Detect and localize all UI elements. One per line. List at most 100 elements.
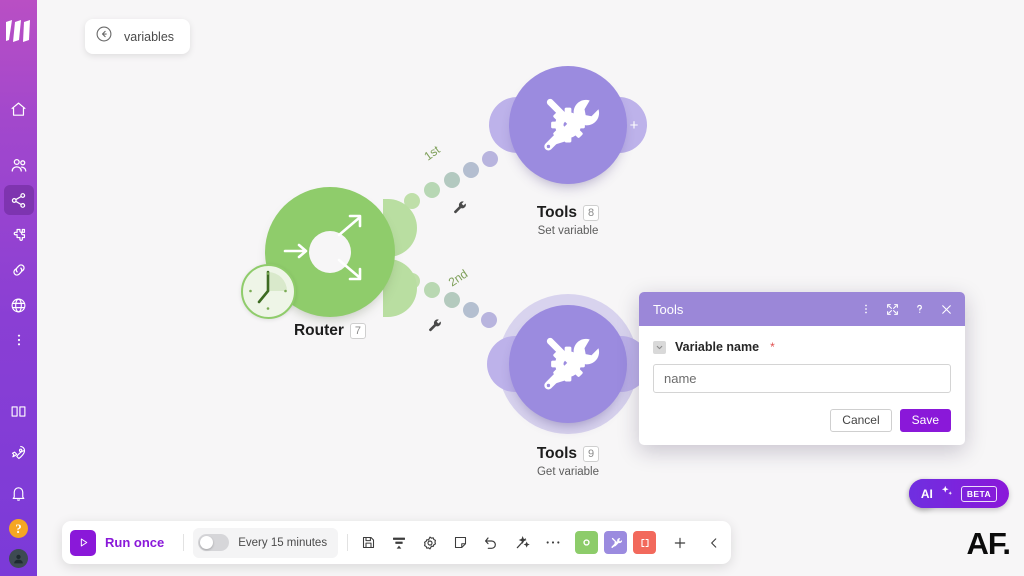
modal-body: Variable name * xyxy=(639,326,965,393)
ai-beta-button[interactable]: AI BETA xyxy=(908,479,1009,508)
tools9-label-group: Tools 9 Get variable xyxy=(438,445,698,478)
puzzle-icon xyxy=(13,228,26,241)
sidebar-item-scenarios[interactable] xyxy=(3,185,34,215)
sidebar-item-templates[interactable] xyxy=(4,220,34,250)
watermark: AF. xyxy=(966,526,1011,561)
bracket-chip[interactable] xyxy=(633,531,657,554)
toolbar-icons xyxy=(357,535,565,551)
book-icon xyxy=(11,405,26,417)
sidebar-item-more[interactable] xyxy=(4,325,34,355)
toolbar-end-icons xyxy=(672,535,721,551)
run-once-button[interactable]: Run once xyxy=(70,529,174,556)
avatar-icon xyxy=(14,554,23,564)
undo-icon[interactable] xyxy=(483,535,499,551)
node-router[interactable]: Router 7 xyxy=(241,187,417,339)
router-chip[interactable] xyxy=(575,531,599,554)
close-icon[interactable] xyxy=(940,303,953,316)
sidebar-item-team[interactable] xyxy=(4,150,34,180)
save-button[interactable]: Save xyxy=(899,409,951,432)
beta-badge: BETA xyxy=(960,485,997,502)
router-badge: 7 xyxy=(349,323,367,339)
tools8-title: Tools xyxy=(536,204,578,221)
sidebar-item-connections[interactable] xyxy=(4,255,34,285)
connector-label-1st: 1st xyxy=(421,142,443,164)
make-logo[interactable] xyxy=(0,0,37,56)
tools-icon xyxy=(544,337,600,390)
router-arrow-in-icon xyxy=(283,243,308,259)
modal-footer: Cancel Save xyxy=(639,409,965,445)
schedule-toggle[interactable] xyxy=(198,534,230,551)
variable-name-label: Variable name xyxy=(675,340,760,354)
run-once-label: Run once xyxy=(105,535,165,550)
bell-icon xyxy=(12,486,25,501)
connector-1st xyxy=(404,151,498,209)
tools9-subtitle: Get variable xyxy=(536,466,599,479)
router-arrow-out-2-icon xyxy=(337,258,362,281)
tools9-title: Tools xyxy=(536,445,578,462)
modal-title: Tools xyxy=(653,301,684,317)
globe-icon xyxy=(11,298,26,312)
sidebar-item-help[interactable]: ? xyxy=(9,519,28,538)
router-title: Router xyxy=(293,322,344,339)
left-sidebar: ? xyxy=(0,0,37,576)
toggle-knob xyxy=(200,536,214,549)
router-arrow-out-1-icon xyxy=(337,214,362,237)
divider-2 xyxy=(347,534,349,551)
node-tools-8[interactable]: + Tools 8 Set variable xyxy=(489,66,647,237)
scenario-canvas[interactable]: 1st 2nd Router 7 + Tools 8 Set variable … xyxy=(0,0,1024,576)
tools-settings-modal[interactable]: Tools Variable name * name Cancel Save xyxy=(639,292,965,445)
tools9-badge: 9 xyxy=(583,446,600,462)
required-marker: * xyxy=(770,340,775,354)
more-vertical-icon xyxy=(17,334,20,346)
bottom-toolbar: Run once Every 15 minutes xyxy=(62,521,732,564)
connections-icon xyxy=(12,264,25,276)
magic-wand-icon[interactable] xyxy=(514,535,530,551)
tools-chip[interactable] xyxy=(604,531,628,554)
settings-gear-icon[interactable] xyxy=(422,535,438,551)
connector-label-2nd: 2nd xyxy=(445,266,471,290)
sidebar-item-profile-avatar[interactable] xyxy=(9,549,28,568)
ellipsis-icon[interactable] xyxy=(545,539,561,546)
router-label-group: Router 7 xyxy=(200,322,460,340)
back-arrow-icon[interactable] xyxy=(95,25,113,48)
variable-name-label-row: Variable name * xyxy=(653,340,951,354)
play-icon xyxy=(70,529,96,556)
modal-header[interactable]: Tools xyxy=(639,292,965,326)
save-icon[interactable] xyxy=(361,535,376,550)
plus-icon: + xyxy=(629,116,639,134)
tools9-circle xyxy=(509,305,627,423)
team-icon xyxy=(11,158,26,172)
tools8-circle xyxy=(509,66,627,184)
toolbar-chips xyxy=(575,531,657,554)
cancel-button[interactable]: Cancel xyxy=(830,409,892,432)
variable-name-input[interactable] xyxy=(653,364,951,393)
chevron-down-icon[interactable] xyxy=(653,340,666,354)
sidebar-item-home[interactable] xyxy=(4,94,34,124)
breadcrumb-label: variables xyxy=(124,29,175,44)
breadcrumb[interactable]: variables xyxy=(85,19,191,54)
plus-icon[interactable] xyxy=(672,535,688,551)
divider-1 xyxy=(183,534,185,551)
sidebar-item-webhooks[interactable] xyxy=(4,290,34,320)
sparkle-icon xyxy=(940,484,954,503)
expand-icon[interactable] xyxy=(886,303,899,316)
sidebar-item-whats-new[interactable] xyxy=(4,437,34,467)
modal-help-icon[interactable] xyxy=(913,302,926,316)
sidebar-item-notifications[interactable] xyxy=(4,478,34,508)
tools8-label-group: Tools 8 Set variable xyxy=(438,204,698,237)
node-tools-9[interactable]: Tools 9 Get variable xyxy=(487,294,649,478)
rocket-icon xyxy=(11,445,26,459)
router-schedule-clock-icon[interactable] xyxy=(241,264,296,319)
chevron-left-icon[interactable] xyxy=(707,536,721,550)
schedule-group[interactable]: Every 15 minutes xyxy=(193,527,339,558)
tools8-badge: 8 xyxy=(583,205,600,221)
sidebar-item-docs[interactable] xyxy=(4,396,34,426)
align-icon[interactable] xyxy=(391,535,407,551)
tools-icon xyxy=(544,98,600,151)
scenarios-icon xyxy=(11,192,26,208)
home-icon xyxy=(11,102,26,116)
schedule-label: Every 15 minutes xyxy=(238,536,328,549)
note-icon[interactable] xyxy=(453,535,468,550)
kebab-menu-icon[interactable] xyxy=(860,302,872,316)
ai-label: AI xyxy=(920,486,933,501)
